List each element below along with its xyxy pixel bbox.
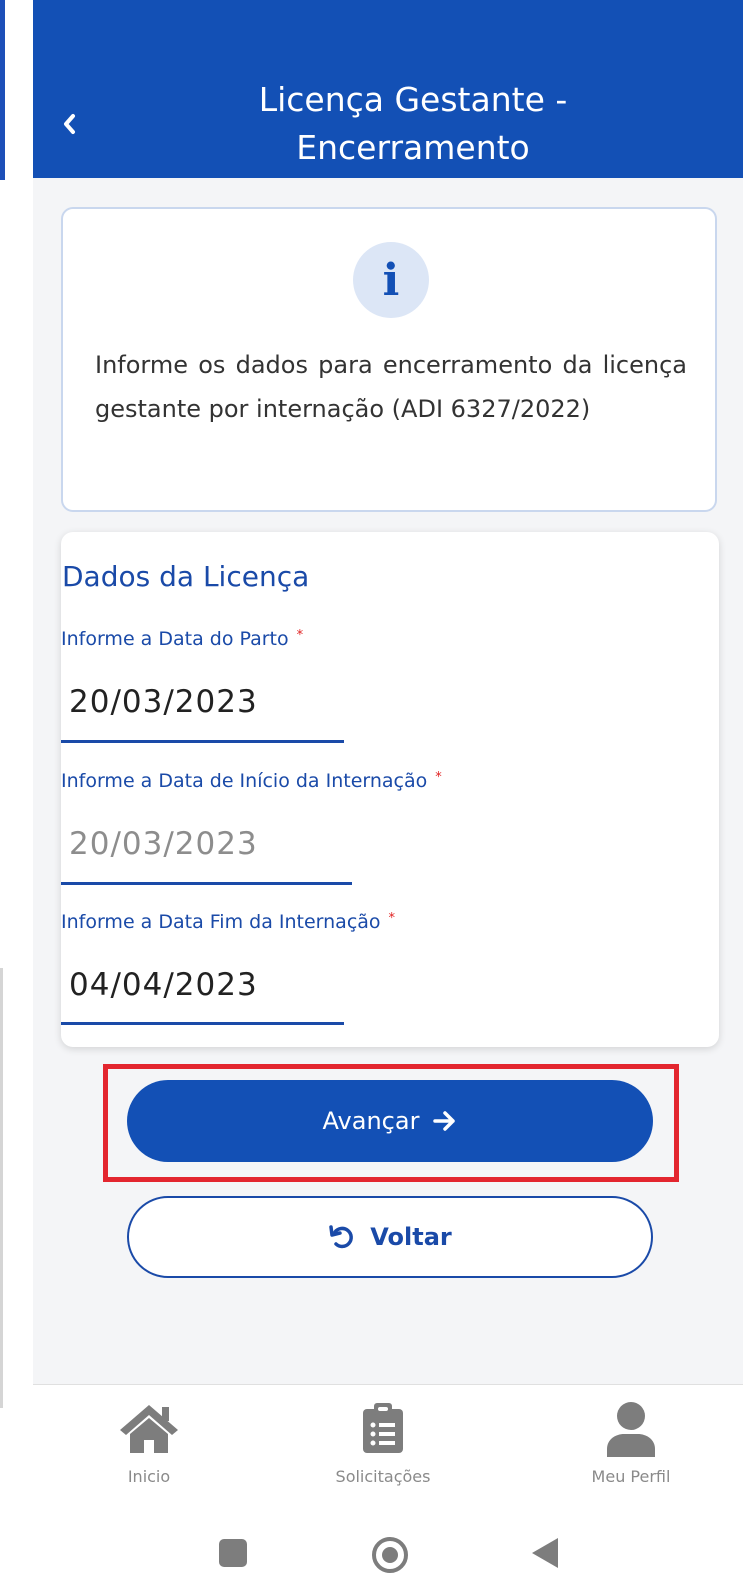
recent-apps-icon[interactable]: [218, 1538, 248, 1568]
required-mark: *: [296, 628, 304, 643]
nav-item-profile[interactable]: Meu Perfil: [541, 1385, 721, 1505]
hospitalization-start-underline: [61, 882, 352, 885]
birth-date-label: Informe a Data do Parto *: [61, 628, 303, 650]
nav-label-profile: Meu Perfil: [591, 1467, 671, 1486]
required-mark: *: [388, 911, 396, 926]
hospitalization-end-label-text: Informe a Data Fim da Internação: [61, 911, 381, 933]
arrow-right-icon: [433, 1111, 456, 1131]
back-button[interactable]: [55, 106, 83, 142]
info-card: i Informe os dados para encerramento da …: [61, 207, 717, 512]
hospitalization-end-label: Informe a Data Fim da Internação *: [61, 911, 395, 933]
info-text: Informe os dados para encerramento da li…: [95, 351, 687, 423]
hospitalization-end-underline: [61, 1022, 344, 1025]
page-title-line1: Licença Gestante -: [258, 80, 568, 119]
background-app-strip: [0, 0, 5, 180]
nav-item-requests[interactable]: Solicitações: [293, 1385, 473, 1505]
hospitalization-start-label: Informe a Data de Início da Internação *: [61, 770, 442, 792]
nav-item-home[interactable]: Inicio: [59, 1385, 239, 1505]
nav-label-requests: Solicitações: [335, 1467, 431, 1486]
user-icon: [607, 1402, 655, 1457]
section-title: Dados da Licença: [62, 560, 310, 593]
home-system-icon[interactable]: [370, 1535, 410, 1575]
app-header: Licença Gestante - Encerramento: [33, 0, 743, 178]
clipboard-list-icon: [363, 1403, 403, 1453]
app-screen: Licença Gestante - Encerramento i Inform…: [33, 0, 743, 1593]
background-divider: [0, 968, 3, 1408]
birth-date-label-text: Informe a Data do Parto: [61, 628, 289, 650]
info-icon: i: [353, 242, 429, 318]
back-triangle-icon[interactable]: [530, 1536, 560, 1570]
chevron-left-icon: [64, 114, 75, 134]
hospitalization-start-input: 20/03/2023: [69, 826, 258, 862]
hospitalization-start-label-text: Informe a Data de Início da Internação: [61, 770, 428, 792]
next-button[interactable]: Avançar: [127, 1080, 653, 1162]
system-navigation-bar: [33, 1514, 743, 1593]
birth-date-input[interactable]: 20/03/2023: [69, 684, 258, 720]
required-mark: *: [435, 770, 442, 785]
page-title: Licença Gestante - Encerramento: [183, 76, 643, 172]
nav-label-home: Inicio: [127, 1467, 171, 1486]
home-icon: [120, 1405, 178, 1453]
back-action-button[interactable]: Voltar: [127, 1196, 653, 1278]
bottom-navigation: Inicio Solicitações Meu Perfil: [33, 1384, 743, 1515]
birth-date-underline: [61, 740, 344, 743]
next-button-label: Avançar: [322, 1107, 420, 1135]
page-title-line2: Encerramento: [296, 128, 530, 167]
back-action-label: Voltar: [370, 1223, 452, 1251]
hospitalization-end-input[interactable]: 04/04/2023: [69, 967, 258, 1003]
undo-icon: [329, 1225, 354, 1249]
